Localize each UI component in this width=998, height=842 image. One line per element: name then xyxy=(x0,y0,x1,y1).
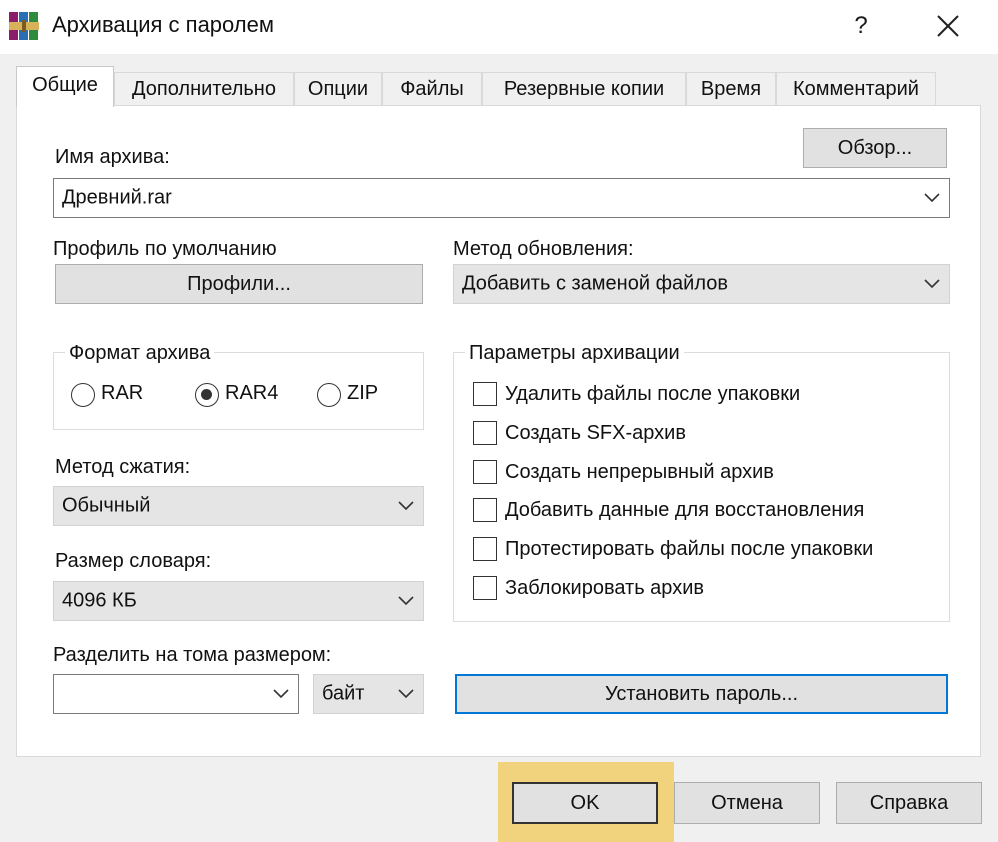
radio-selected-dot xyxy=(201,389,212,400)
format-rar4-label[interactable]: RAR4 xyxy=(225,382,278,405)
help-title-button[interactable]: ? xyxy=(846,8,876,44)
compression-value: Обычный xyxy=(62,494,151,517)
solid-archive-checkbox[interactable] xyxy=(473,460,497,484)
create-sfx-checkbox[interactable] xyxy=(473,421,497,445)
chevron-down-icon xyxy=(924,279,940,289)
tab-advanced[interactable]: Дополнительно xyxy=(114,72,294,106)
lock-archive-label[interactable]: Заблокировать архив xyxy=(505,577,704,600)
format-rar-radio[interactable] xyxy=(71,383,95,407)
archive-options-legend: Параметры архивации xyxy=(465,342,684,365)
update-method-label: Метод обновления: xyxy=(453,238,634,260)
tab-files[interactable]: Файлы xyxy=(382,72,482,106)
compression-label: Метод сжатия: xyxy=(55,456,191,478)
test-files-label[interactable]: Протестировать файлы после упаковки xyxy=(505,538,873,561)
winrar-icon xyxy=(8,10,40,42)
split-unit-value: байт xyxy=(322,682,365,705)
format-rar-label[interactable]: RAR xyxy=(101,382,143,405)
window-title: Архивация с паролем xyxy=(52,12,274,37)
cancel-button[interactable]: Отмена xyxy=(674,782,820,824)
solid-archive-label[interactable]: Создать непрерывный архив xyxy=(505,461,774,484)
ok-button[interactable]: OK xyxy=(512,782,658,824)
split-size-input[interactable] xyxy=(53,674,299,714)
chevron-down-icon xyxy=(398,689,414,699)
archive-name-input[interactable]: Древний.rar xyxy=(53,178,950,218)
chevron-down-icon xyxy=(398,501,414,511)
help-button[interactable]: Справка xyxy=(836,782,982,824)
archive-format-legend: Формат архива xyxy=(65,342,215,365)
dictionary-label: Размер словаря: xyxy=(55,550,212,572)
chevron-down-icon xyxy=(398,596,414,606)
close-button[interactable] xyxy=(926,8,970,44)
close-icon xyxy=(937,15,959,37)
delete-files-label[interactable]: Удалить файлы после упаковки xyxy=(505,383,800,406)
tab-backup[interactable]: Резервные копии xyxy=(482,72,686,106)
recovery-record-label[interactable]: Добавить данные для восстановления xyxy=(505,499,864,522)
tab-general[interactable]: Общие xyxy=(16,66,114,107)
set-password-button[interactable]: Установить пароль... xyxy=(455,674,948,714)
format-zip-label[interactable]: ZIP xyxy=(347,382,378,405)
lock-archive-checkbox[interactable] xyxy=(473,576,497,600)
format-zip-radio[interactable] xyxy=(317,383,341,407)
split-unit-select[interactable]: байт xyxy=(313,674,424,714)
update-method-value: Добавить с заменой файлов xyxy=(462,272,728,295)
format-rar4-radio[interactable] xyxy=(195,383,219,407)
split-volumes-label: Разделить на тома размером: xyxy=(53,644,332,666)
archive-name-label: Имя архива: xyxy=(55,146,170,168)
create-sfx-label[interactable]: Создать SFX-архив xyxy=(505,422,686,445)
chevron-down-icon[interactable] xyxy=(272,688,290,700)
delete-files-checkbox[interactable] xyxy=(473,382,497,406)
general-tab-panel: Имя архива: Обзор... Древний.rar Профиль… xyxy=(16,105,981,757)
tab-bar: Общие Дополнительно Опции Файлы Резервны… xyxy=(0,54,998,107)
dictionary-value: 4096 КБ xyxy=(62,589,137,612)
tab-options[interactable]: Опции xyxy=(294,72,382,106)
archive-name-value: Древний.rar xyxy=(62,186,172,209)
browse-button[interactable]: Обзор... xyxy=(803,128,947,168)
tab-time[interactable]: Время xyxy=(686,72,776,106)
title-bar: Архивация с паролем ? xyxy=(0,0,998,54)
default-profile-label: Профиль по умолчанию xyxy=(53,238,277,260)
recovery-record-checkbox[interactable] xyxy=(473,498,497,522)
update-method-select[interactable]: Добавить с заменой файлов xyxy=(453,264,950,304)
chevron-down-icon[interactable] xyxy=(923,192,941,204)
dictionary-select[interactable]: 4096 КБ xyxy=(53,581,424,621)
test-files-checkbox[interactable] xyxy=(473,537,497,561)
profiles-button[interactable]: Профили... xyxy=(55,264,423,304)
tab-comment[interactable]: Комментарий xyxy=(776,72,936,106)
compression-select[interactable]: Обычный xyxy=(53,486,424,526)
